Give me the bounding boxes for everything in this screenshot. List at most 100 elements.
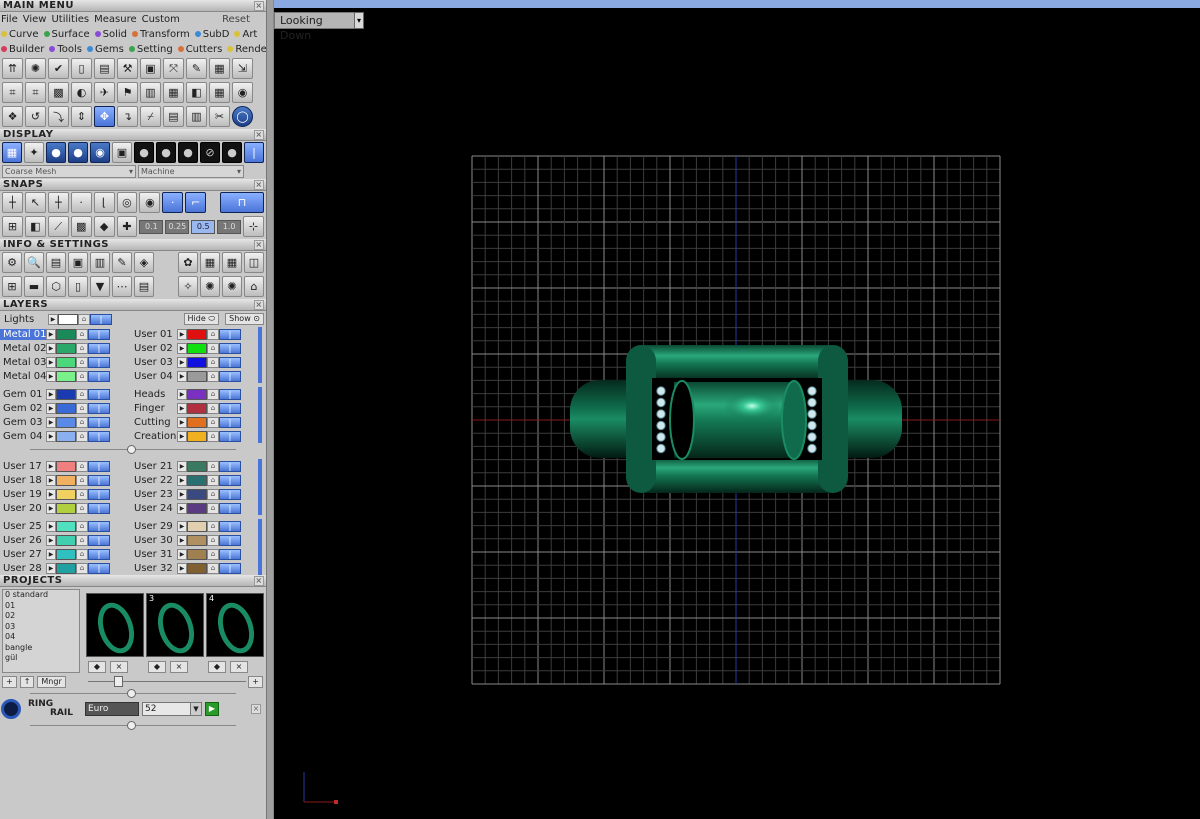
tool-icon[interactable]: ▩ [48,82,69,103]
expand-arrow[interactable]: ▶ [177,562,187,574]
project-list-item[interactable]: 04 [5,632,79,643]
lock-icon[interactable]: ⌂ [76,416,88,428]
project-thumbnail[interactable] [86,593,144,658]
visibility-toggle[interactable]: | [219,430,241,442]
lock-icon[interactable]: ⌂ [207,474,219,486]
lock-icon[interactable]: ⌂ [78,313,90,325]
layer-row[interactable]: Metal 02 ▶ ⌂ | [0,341,131,355]
expand-arrow[interactable]: ▶ [46,388,56,400]
snap-near-icon[interactable]: · [162,192,184,213]
hatch-icon[interactable]: ▩ [70,216,92,237]
lock-icon[interactable]: ⌂ [207,548,219,560]
snap-end-icon[interactable]: ↖ [24,192,46,213]
tool-icon[interactable]: ⚑ [117,82,138,103]
layer-row[interactable]: User 27 ▶ ⌂ | [0,547,131,561]
diamond-icon[interactable]: ◆ [93,216,115,237]
expand-arrow[interactable]: ▶ [46,328,56,340]
mesh-dropdown[interactable]: Coarse Mesh [2,165,136,178]
lock-icon[interactable]: ⌂ [76,328,88,340]
color-swatch[interactable] [56,562,76,574]
tool-icon[interactable]: ⌗ [2,82,23,103]
tool-icon[interactable]: ◐ [71,82,92,103]
expand-arrow[interactable]: ▶ [177,488,187,500]
menu-category-render[interactable]: Render [227,42,266,57]
close-icon[interactable]: × [254,180,264,190]
sphere-icon[interactable]: ● [46,142,66,163]
color-swatch[interactable] [56,430,76,442]
expand-arrow[interactable]: ▶ [46,502,56,514]
visibility-toggle[interactable]: | [88,402,110,414]
lock-icon[interactable]: ⌂ [207,356,219,368]
expand-arrow[interactable]: ▶ [46,342,56,354]
lock-icon[interactable]: ⌂ [207,402,219,414]
color-swatch[interactable] [56,548,76,560]
expand-arrow[interactable]: ▶ [46,474,56,486]
layers-icon[interactable]: ▤ [46,252,66,273]
visibility-toggle[interactable]: | [88,328,110,340]
play-button[interactable]: ▶ [205,702,219,716]
layer-row[interactable]: User 32 ▶ ⌂ | [131,561,262,575]
layer-row[interactable]: User 02 ▶ ⌂ | [131,341,262,355]
visibility-toggle[interactable]: | [219,342,241,354]
expand-arrow[interactable]: ▶ [46,534,56,546]
document-icon[interactable]: ▥ [90,252,110,273]
up-button[interactable]: ↑ [19,676,35,688]
layer-row[interactable]: Cutting ▶ ⌂ | [131,415,262,429]
lock-icon[interactable]: ⌂ [76,534,88,546]
expand-arrow[interactable]: ▶ [177,502,187,514]
lock-icon[interactable]: ⌂ [207,388,219,400]
visibility-toggle[interactable]: | [88,548,110,560]
layer-row[interactable]: User 28 ▶ ⌂ | [0,561,131,575]
shaded-icon[interactable]: ✦ [24,142,44,163]
snap-mid-icon[interactable]: ┼ [47,192,69,213]
tool-icon[interactable]: ⇈ [2,58,23,79]
visibility-toggle[interactable]: | [219,474,241,486]
expand-arrow[interactable]: ▶ [177,474,187,486]
expand-arrow[interactable]: ▶ [46,520,56,532]
sparkle-icon[interactable]: ✺ [200,276,220,297]
color-swatch[interactable] [56,402,76,414]
layer-row[interactable]: User 17 ▶ ⌂ | [0,459,131,473]
layer-row[interactable]: Creation ▶ ⌂ | [131,429,262,443]
expand-arrow[interactable]: ▶ [177,416,187,428]
visibility-toggle[interactable]: | [219,460,241,472]
layer-row[interactable]: User 25 ▶ ⌂ | [0,519,131,533]
tool-icon[interactable]: ❖ [2,106,23,127]
menu-category-gems[interactable]: Gems [87,42,124,57]
layer-row[interactable]: Gem 03 ▶ ⌂ | [0,415,131,429]
layer-row[interactable]: Gem 04 ▶ ⌂ | [0,429,131,443]
lock-icon[interactable]: ⌂ [207,460,219,472]
tool-icon[interactable]: ✺ [25,58,46,79]
layer-scrollbar[interactable] [258,387,262,443]
tool-icon[interactable]: ↴ [117,106,138,127]
menu-category-curve[interactable]: Curve [1,27,39,42]
project-list-item[interactable]: 0 standard [5,590,79,601]
texture-icon[interactable]: ▣ [112,142,132,163]
star-icon[interactable]: ✧ [178,276,198,297]
grid-snap-icon[interactable]: ⊹ [243,216,264,237]
lock-icon[interactable]: ⌂ [207,370,219,382]
menu-category-setting[interactable]: Setting [128,42,173,57]
tool-icon[interactable]: ⤵ [48,106,69,127]
color-swatch[interactable] [187,370,207,382]
close-icon[interactable]: × [251,704,261,714]
tool-icon[interactable]: ▯ [71,58,92,79]
layer-row[interactable]: Finger ▶ ⌂ | [131,401,262,415]
splitter-knob[interactable] [127,721,136,730]
thumb-action-button[interactable]: ◆ [208,661,226,673]
lock-icon[interactable]: ⌂ [207,502,219,514]
nodes-icon[interactable]: ⋯ [112,276,132,297]
tool-icon[interactable]: ⌿ [140,106,161,127]
visibility-toggle[interactable]: | [219,370,241,382]
material-icon[interactable]: ◉ [90,142,110,163]
project-thumbnail[interactable]: 3 [146,593,204,658]
lock-icon[interactable]: ⌂ [76,460,88,472]
menu-category-surface[interactable]: Surface [43,27,90,42]
panel-divider[interactable] [266,0,274,819]
layer-scrollbar[interactable] [258,459,262,515]
color-swatch[interactable] [56,370,76,382]
visibility-toggle[interactable]: | [219,388,241,400]
color-swatch[interactable] [56,520,76,532]
sparkle-icon[interactable]: ✺ [222,276,242,297]
layer-row[interactable]: User 21 ▶ ⌂ | [131,459,262,473]
